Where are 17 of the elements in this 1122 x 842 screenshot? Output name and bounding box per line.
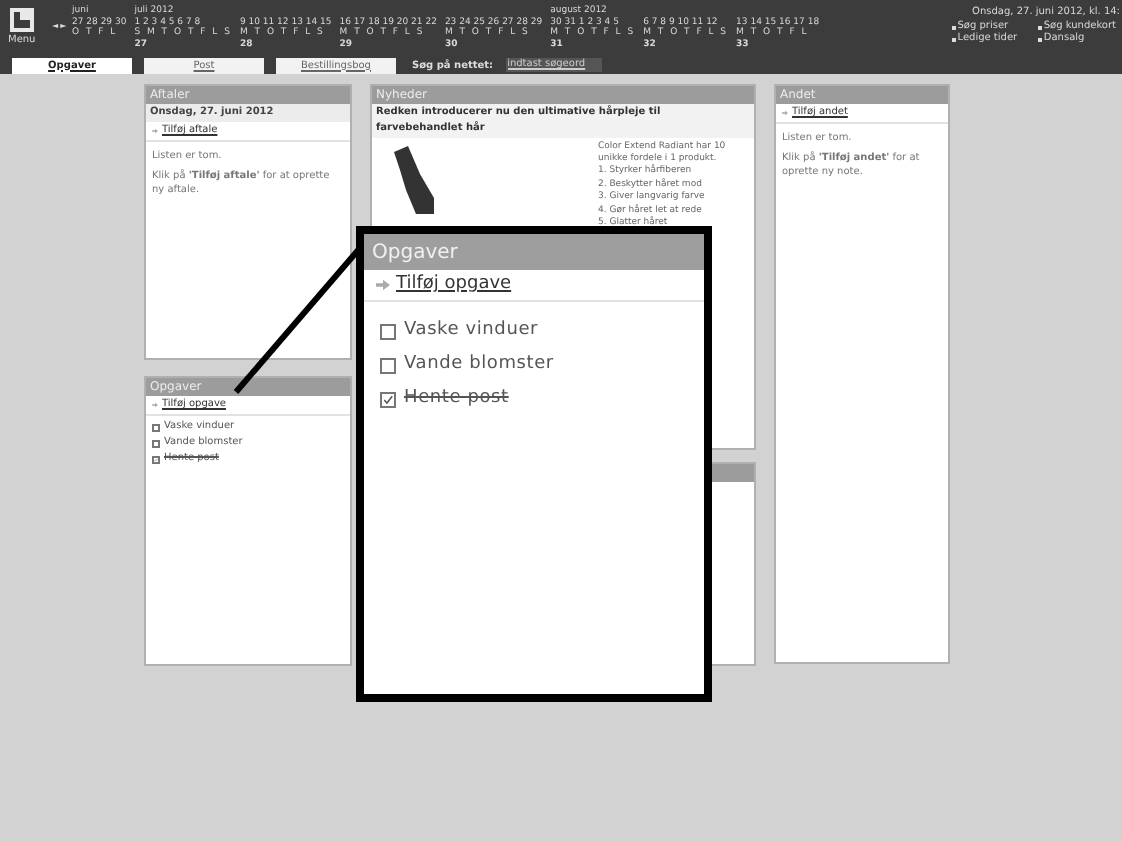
logo-icon <box>8 6 36 34</box>
checkbox[interactable] <box>152 455 160 463</box>
checkbox[interactable] <box>380 391 396 407</box>
checkbox[interactable] <box>380 357 396 373</box>
arrow-icon <box>152 128 158 134</box>
task-label: Vande blomster <box>404 356 554 374</box>
arrow-icon <box>152 402 158 408</box>
checkbox[interactable] <box>380 323 396 339</box>
arrow-icon <box>376 278 390 292</box>
bottle-drawing <box>394 146 434 214</box>
panel-title: Opgaver <box>372 239 458 267</box>
task-label: Vaske vinduer <box>404 322 539 340</box>
checkbox[interactable] <box>152 423 160 431</box>
arrow-icon <box>782 110 788 116</box>
checkbox[interactable] <box>152 439 160 447</box>
add-link[interactable]: Tilføj opgave <box>396 276 512 294</box>
task-label: Hente post <box>404 390 509 408</box>
